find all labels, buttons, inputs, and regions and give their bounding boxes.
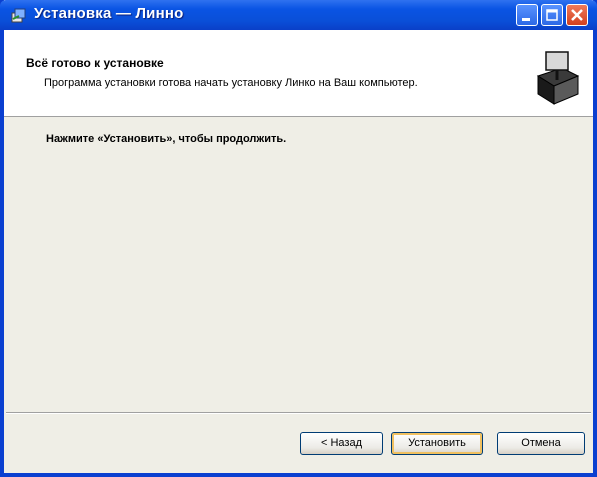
instruction-text: Нажмите «Установить», чтобы продолжить. xyxy=(46,133,287,145)
installer-box-icon xyxy=(532,46,582,108)
footer-divider xyxy=(6,412,591,413)
setup-app-icon xyxy=(11,8,26,23)
minimize-button[interactable] xyxy=(516,4,538,26)
cancel-button[interactable]: Отмена xyxy=(497,432,585,455)
installer-window: Установка — Линно Всё готово к установке… xyxy=(0,0,597,477)
wizard-header: Всё готово к установке Программа установ… xyxy=(4,30,593,117)
close-icon xyxy=(571,9,583,21)
maximize-button[interactable] xyxy=(541,4,563,26)
window-title: Установка — Линно xyxy=(34,5,184,22)
back-button[interactable]: < Назад xyxy=(300,432,383,455)
minimize-icon xyxy=(522,18,530,21)
close-button[interactable] xyxy=(566,4,588,26)
page-subtitle: Программа установки готова начать устано… xyxy=(44,77,418,89)
title-bar[interactable]: Установка — Линно xyxy=(0,0,597,30)
page-title: Всё готово к установке xyxy=(26,56,164,70)
install-button[interactable]: Установить xyxy=(391,432,483,455)
maximize-icon xyxy=(546,9,558,21)
